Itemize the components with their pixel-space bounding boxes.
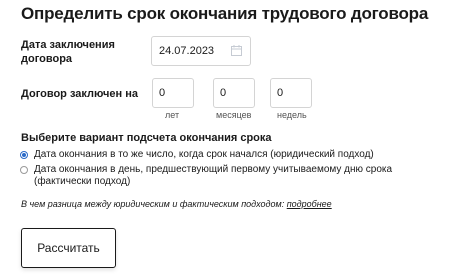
option-actual-label: Дата окончания в день, предшествующий пе…: [34, 164, 393, 187]
option-legal-label: Дата окончания в то же число, когда срок…: [34, 149, 374, 160]
date-field[interactable]: 24.07.2023: [151, 36, 251, 66]
months-input[interactable]: 0: [213, 78, 255, 108]
term-label: Договор заключен на: [21, 88, 138, 100]
radio-actual[interactable]: [20, 166, 28, 174]
months-unit: месяцев: [216, 110, 252, 120]
weeks-unit: недель: [277, 110, 307, 120]
radio-legal[interactable]: [20, 151, 28, 159]
calendar-icon[interactable]: [231, 45, 242, 56]
calc-section-title: Выберите вариант подсчета окончания срок…: [21, 132, 272, 144]
page-title: Определить срок окончания трудового дого…: [21, 4, 429, 23]
note-text: В чем разница между юридическим и фактич…: [21, 199, 287, 209]
years-unit: лет: [165, 110, 180, 120]
option-actual[interactable]: Дата окончания в день, предшествующий пе…: [20, 164, 394, 188]
date-label: Дата заключения договора: [21, 39, 115, 65]
calculate-button[interactable]: Рассчитать: [21, 228, 116, 268]
years-input[interactable]: 0: [152, 78, 194, 108]
approach-note: В чем разница между юридическим и фактич…: [21, 199, 332, 209]
date-value: 24.07.2023: [159, 45, 215, 57]
option-legal[interactable]: Дата окончания в то же число, когда срок…: [20, 149, 404, 161]
details-link[interactable]: подробнее: [287, 199, 332, 209]
weeks-input[interactable]: 0: [270, 78, 312, 108]
